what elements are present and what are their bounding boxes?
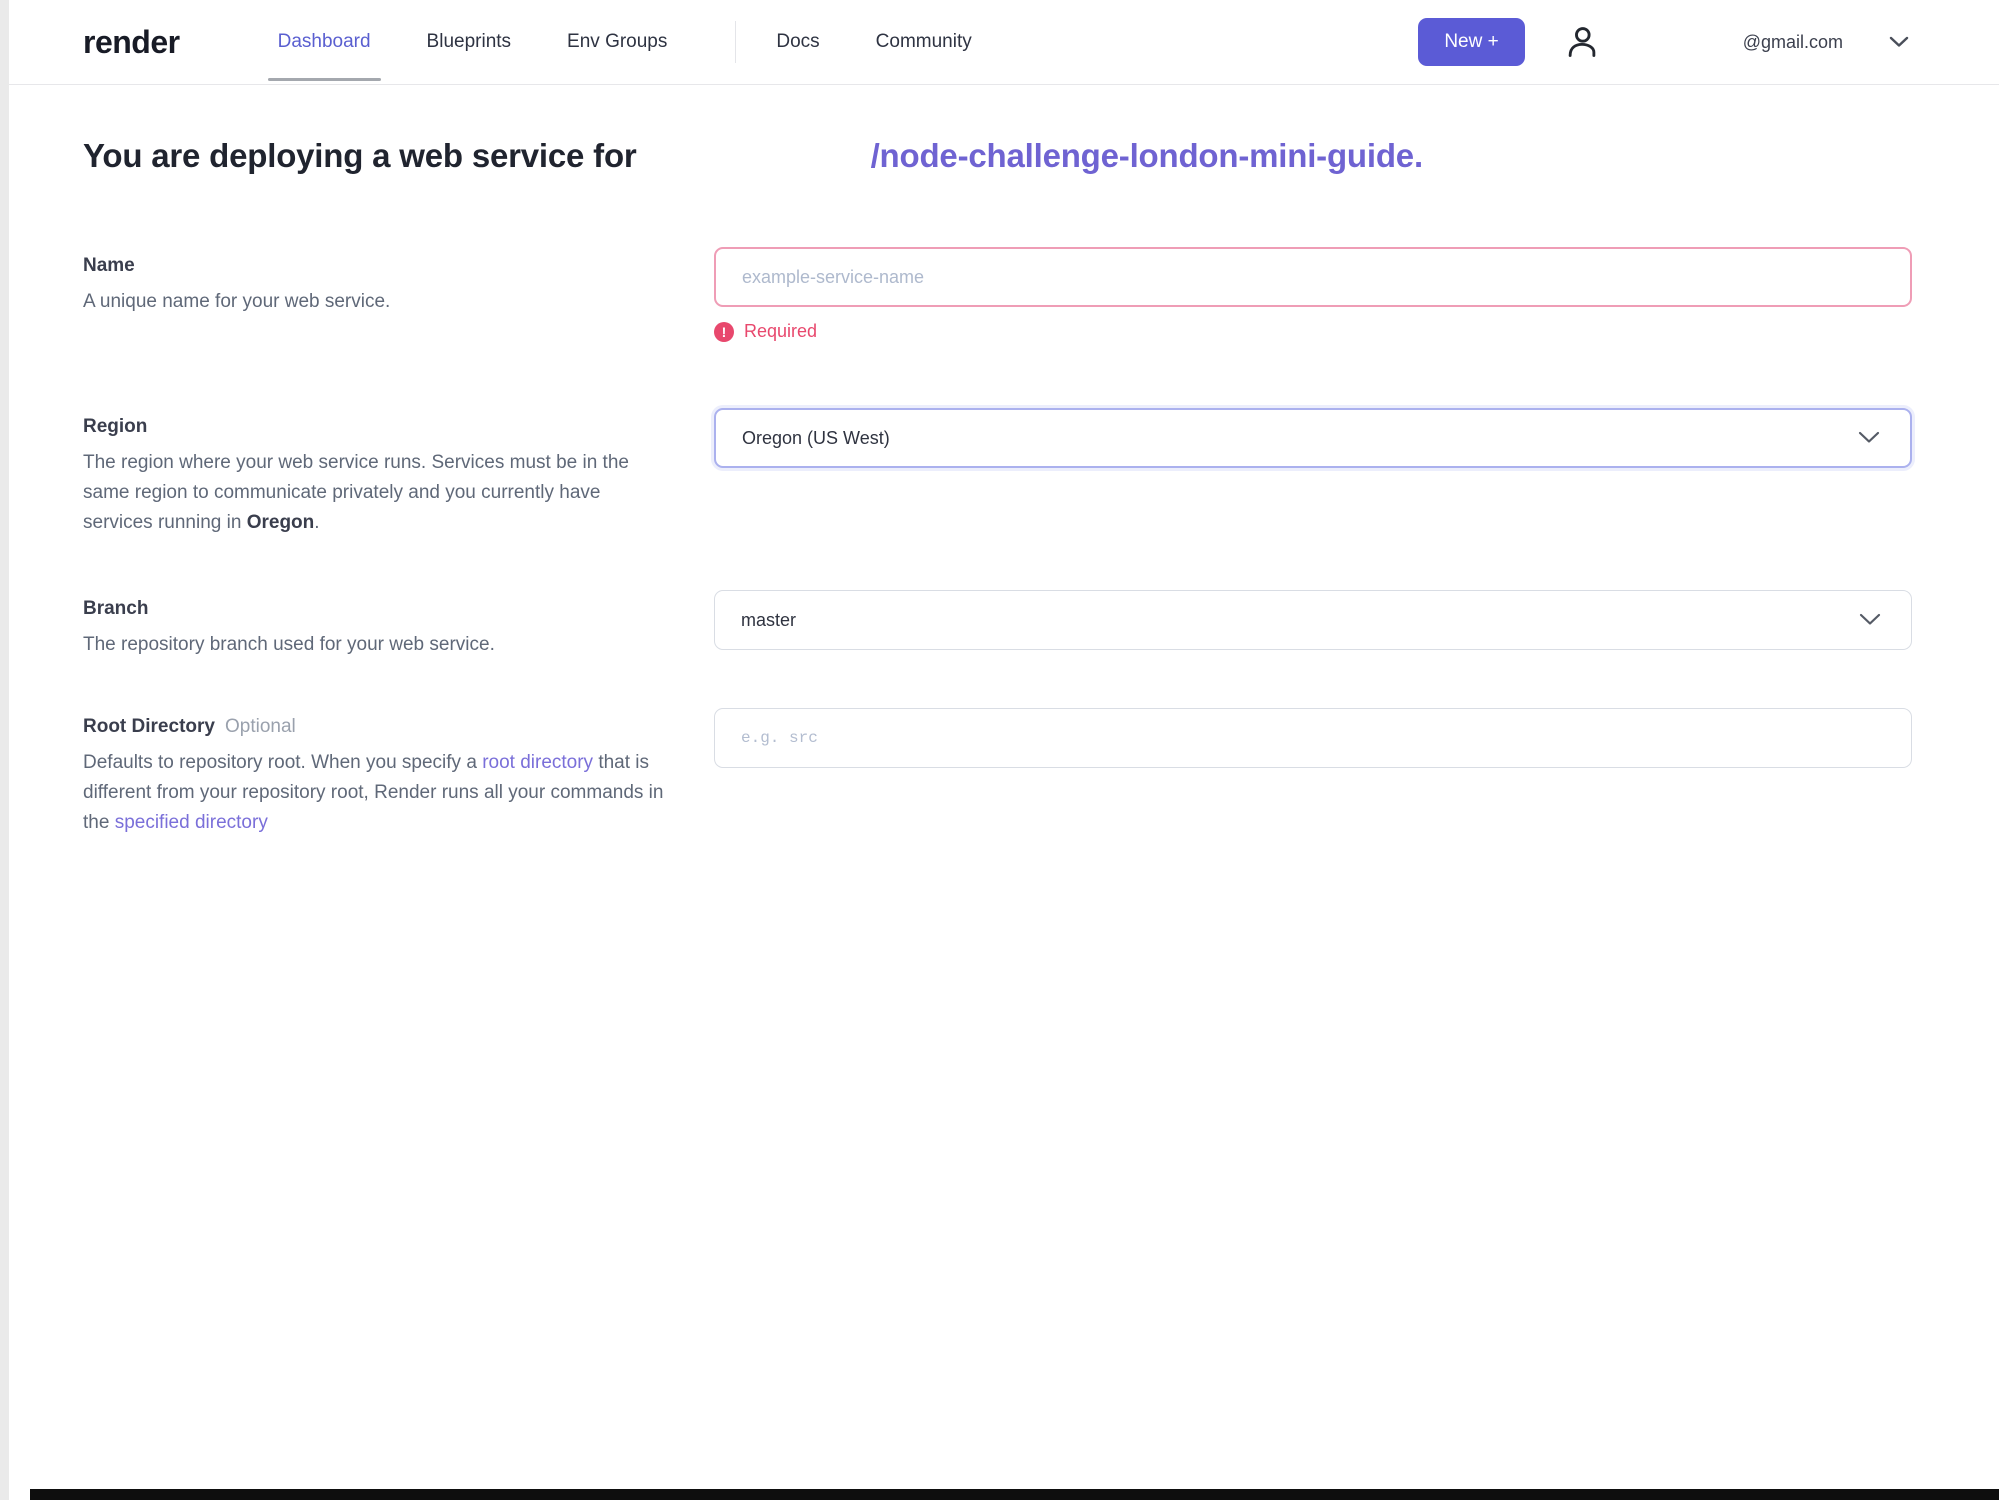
chevron-down-icon [1859, 610, 1881, 631]
root-directory-input[interactable] [714, 708, 1912, 768]
form-row-branch: Branch The repository branch used for yo… [83, 590, 1912, 660]
root-directory-field-control [714, 708, 1912, 838]
form-row-root-directory: Root Directory Optional Defaults to repos… [83, 708, 1912, 838]
repo-name-link[interactable]: /node-challenge-london-mini-guide. [871, 137, 1424, 174]
nav-item-docs[interactable]: Docs [770, 0, 825, 84]
account-email: @gmail.com [1742, 31, 1843, 52]
nav-divider [735, 21, 737, 63]
form-row-region: Region The region where your web service… [83, 408, 1912, 538]
region-select-value: Oregon (US West) [742, 427, 890, 448]
user-icon[interactable] [1563, 23, 1601, 61]
nav-item-env-groups[interactable]: Env Groups [561, 0, 673, 84]
region-desc-period: . [314, 512, 320, 533]
region-field-control: Oregon (US West) [714, 408, 1912, 538]
top-navigation: render Dashboard Blueprints Env Groups D… [0, 0, 1999, 85]
name-label: Name [83, 255, 135, 276]
branch-description: The repository branch used for your web … [83, 634, 495, 655]
region-select[interactable]: Oregon (US West) [714, 408, 1912, 468]
optional-tag: Optional [224, 716, 296, 737]
nav-links: Dashboard Blueprints Env Groups Docs Com… [267, 0, 1022, 84]
page-left-edge [0, 0, 9, 1500]
region-description: The region where your web service runs. … [83, 448, 668, 538]
bottom-taskbar-edge [30, 1489, 1999, 1500]
chevron-down-icon [1889, 36, 1909, 48]
new-button[interactable]: New + [1418, 18, 1525, 66]
nav-right: New + @gmail.com [1418, 18, 1909, 66]
page-title: You are deploying a web service for/node… [83, 137, 1912, 175]
deploy-form-page: You are deploying a web service for/node… [0, 137, 1999, 838]
region-desc-current-region: Oregon [246, 512, 315, 533]
form-row-name: Name A unique name for your web service.… [83, 247, 1912, 342]
branch-select-value: master [741, 609, 797, 630]
nav-item-dashboard[interactable]: Dashboard [267, 0, 381, 84]
name-field-info: Name A unique name for your web service. [83, 247, 668, 342]
root-directory-description: Defaults to repository root. When you sp… [83, 748, 668, 838]
service-name-input[interactable] [714, 247, 1912, 307]
name-error-text: Required [744, 321, 818, 341]
name-field-control: ! Required [714, 247, 1912, 342]
root-directory-label: Root Directory Optional [83, 716, 668, 738]
name-error: ! Required [714, 321, 1912, 342]
root-directory-label-text: Root Directory [83, 716, 215, 737]
branch-field-control: master [714, 590, 1912, 660]
root-dir-desc-text-1: Defaults to repository root. When you sp… [83, 752, 483, 773]
branch-field-info: Branch The repository branch used for yo… [83, 590, 668, 660]
specified-directory-link[interactable]: specified directory [115, 812, 268, 833]
chevron-down-icon [1858, 428, 1880, 449]
root-directory-link[interactable]: root directory [482, 752, 593, 773]
region-label: Region [83, 416, 148, 437]
branch-label: Branch [83, 598, 149, 619]
nav-item-community[interactable]: Community [870, 0, 978, 84]
page-title-prefix: You are deploying a web service for [83, 137, 637, 174]
branch-select[interactable]: master [714, 590, 1912, 650]
root-directory-field-info: Root Directory Optional Defaults to repos… [83, 708, 668, 838]
region-field-info: Region The region where your web service… [83, 408, 668, 538]
name-description: A unique name for your web service. [83, 291, 391, 312]
error-icon: ! [714, 321, 734, 342]
region-desc-text: The region where your web service runs. … [83, 452, 629, 533]
nav-item-blueprints[interactable]: Blueprints [421, 0, 518, 84]
account-menu[interactable]: @gmail.com [1743, 32, 1909, 53]
render-logo[interactable]: render [83, 24, 180, 61]
web-service-form: Name A unique name for your web service.… [83, 247, 1912, 838]
